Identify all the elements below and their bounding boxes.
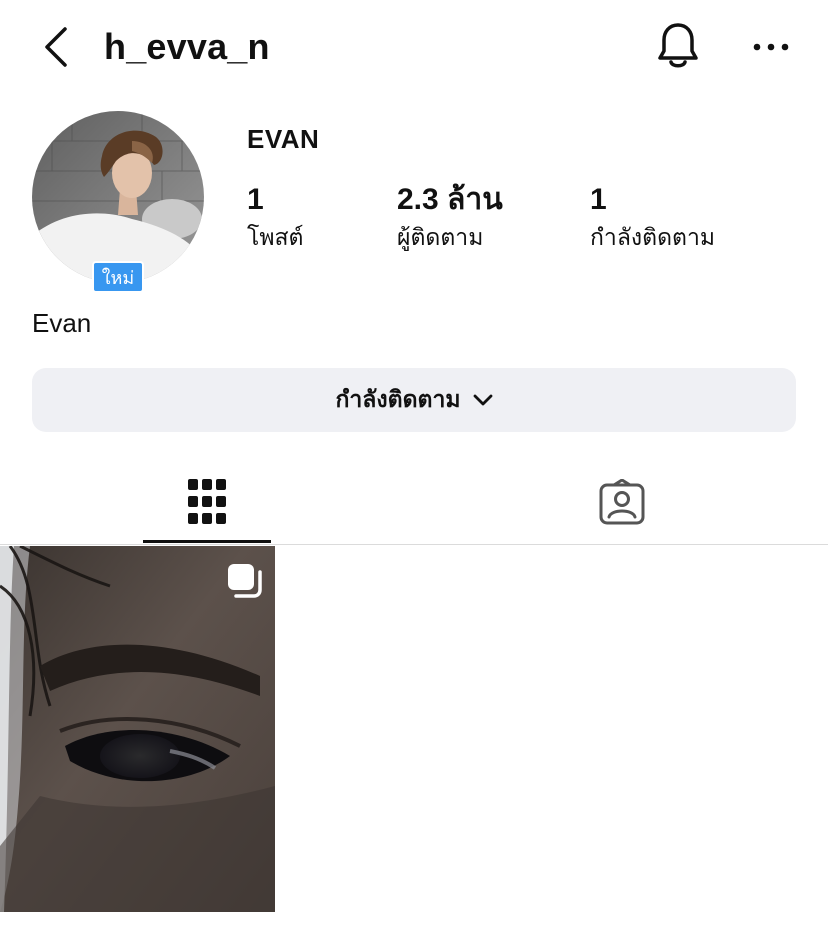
- more-horizontal-icon: [753, 43, 789, 51]
- following-label: กำลังติดตาม: [590, 225, 716, 251]
- back-button[interactable]: [30, 22, 80, 72]
- post-thumbnail[interactable]: [0, 546, 275, 912]
- avatar-photo: [32, 111, 204, 283]
- post-image: [0, 546, 275, 912]
- more-options-button[interactable]: [746, 22, 796, 72]
- multiple-posts-icon: [224, 560, 264, 600]
- display-name: EVAN: [247, 124, 320, 154]
- grid-icon: [188, 479, 226, 524]
- person-tag-icon: [599, 479, 645, 525]
- posts-label: โพสต์: [247, 225, 304, 251]
- chevron-left-icon: [45, 27, 67, 67]
- notifications-button[interactable]: [650, 18, 706, 74]
- following-button[interactable]: กำลังติดตาม: [32, 368, 796, 432]
- followers-count: 2.3 ล้าน: [397, 183, 503, 216]
- profile-username: h_evva_n: [104, 26, 270, 67]
- tab-posts-grid[interactable]: [143, 462, 271, 542]
- active-tab-indicator: [143, 540, 271, 543]
- followers-stat[interactable]: 2.3 ล้าน ผู้ติดตาม: [397, 180, 503, 256]
- following-button-label: กำลังติดตาม: [335, 387, 461, 413]
- following-stat[interactable]: 1 กำลังติดตาม: [590, 180, 715, 256]
- bio-name: Evan: [32, 308, 92, 338]
- tabs-divider: [0, 544, 828, 545]
- profile-avatar[interactable]: [32, 111, 204, 283]
- following-count: 1: [590, 183, 607, 216]
- chevron-down-icon: [473, 394, 492, 406]
- posts-count: 1: [247, 183, 264, 216]
- posts-stat[interactable]: 1 โพสต์: [247, 180, 304, 256]
- new-badge: ใหม่: [92, 261, 144, 293]
- followers-label: ผู้ติดตาม: [397, 225, 484, 251]
- bell-icon: [658, 23, 698, 68]
- tab-tagged[interactable]: [580, 462, 664, 542]
